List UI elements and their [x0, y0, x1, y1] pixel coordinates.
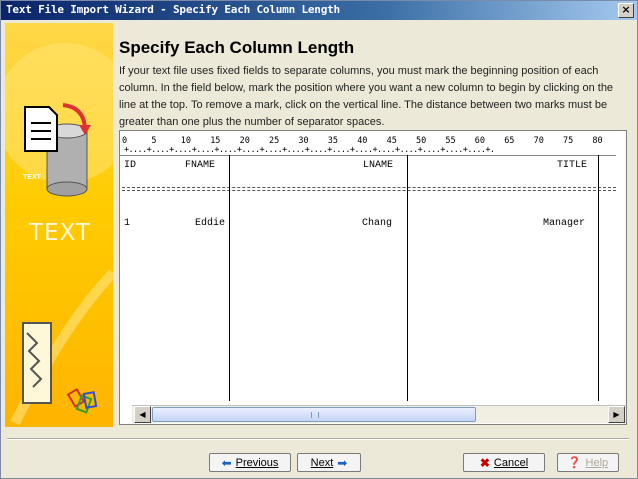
- cell: 1: [124, 218, 131, 229]
- page-description: If your text file uses fixed fields to s…: [119, 65, 614, 128]
- ruler-ticks[interactable]: +....+....+....+....+....+....+....+....…: [124, 145, 495, 155]
- help-button[interactable]: ❓ Help: [557, 453, 619, 472]
- ruler-number[interactable]: 75: [563, 136, 573, 146]
- triangle-right-icon: ▶: [613, 410, 620, 419]
- table-header-row: ID FNAME LNAME TITLE: [120, 160, 616, 174]
- ruler-baseline: [120, 155, 616, 156]
- column-grid[interactable]: 0 5 10 15 20 25 30 35 40 45 50 55 60 65 70 75 80 +....+.…: [119, 130, 627, 425]
- close-icon: ×: [621, 3, 631, 16]
- table-row: 1 Eddie Chang Manager: [120, 218, 616, 232]
- cancel-label: Cancel: [493, 456, 529, 469]
- arrow-left-icon: ⬅: [221, 455, 232, 470]
- sidebar-icon-label: TEXT: [23, 174, 41, 181]
- triangle-left-icon: ◀: [139, 410, 146, 419]
- grip-icon: [311, 412, 319, 418]
- header-cell: TITLE: [557, 160, 588, 171]
- horizontal-scrollbar[interactable]: ◀ ▶: [132, 405, 626, 423]
- ruler-number[interactable]: 80: [592, 136, 602, 146]
- column-break-line[interactable]: [229, 155, 230, 401]
- cell: Chang: [362, 218, 393, 229]
- separator-line: [122, 187, 616, 191]
- previous-button[interactable]: ⬅ Previous: [209, 453, 291, 472]
- cell: Manager: [543, 218, 586, 229]
- cell: Eddie: [195, 218, 226, 229]
- scroll-left-button[interactable]: ◀: [134, 406, 151, 423]
- scroll-thumb[interactable]: [152, 407, 476, 422]
- close-button[interactable]: ×: [618, 3, 634, 18]
- header-cell: ID: [124, 160, 137, 171]
- scroll-right-button[interactable]: ▶: [608, 406, 625, 423]
- next-button[interactable]: Next ➡: [297, 453, 361, 472]
- wizard-window: Text File Import Wizard - Specify Each C…: [0, 0, 638, 479]
- page-title: Specify Each Column Length: [119, 38, 355, 57]
- ruler-number[interactable]: 65: [504, 136, 514, 146]
- help-icon: ❓: [567, 457, 582, 469]
- next-label: Next: [310, 456, 334, 469]
- ruler-number[interactable]: 70: [534, 136, 544, 146]
- header-cell: LNAME: [363, 160, 394, 171]
- header-cell: FNAME: [185, 160, 216, 171]
- cancel-button[interactable]: ✖ Cancel: [463, 453, 545, 472]
- column-break-line[interactable]: [598, 155, 599, 401]
- window-title: Text File Import Wizard - Specify Each C…: [6, 3, 340, 16]
- footer-divider: [7, 438, 629, 440]
- arrow-right-icon: ➡: [337, 455, 348, 470]
- document-icon: [24, 106, 58, 152]
- title-bar: Text File Import Wizard - Specify Each C…: [1, 1, 637, 20]
- sidebar-text: TEXT: [29, 220, 91, 246]
- cancel-x-icon: ✖: [479, 455, 490, 470]
- help-label: Help: [585, 456, 609, 469]
- wizard-sidebar: TEXT TEXT: [5, 23, 113, 427]
- previous-label: Previous: [235, 456, 279, 469]
- column-break-line[interactable]: [407, 155, 408, 401]
